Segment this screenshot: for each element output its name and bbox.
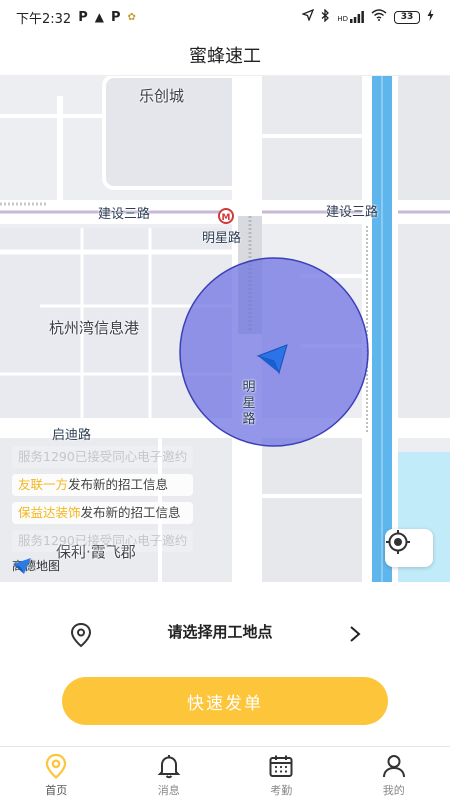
select-location-label: 请选择用工地点	[167, 623, 273, 641]
notice-company: 保益达装饰	[18, 505, 81, 520]
status-bar: 下午2:32 P ▲ P ✿ HD 33	[0, 0, 450, 34]
notice-text: 发布新的招工信息	[80, 505, 181, 520]
map-view[interactable]: M 乐创城 杭州湾信息港 建设三路 建设三路 明星路 明星路 启迪路 保利·霞飞…	[0, 76, 450, 582]
network-type: HD	[337, 15, 348, 23]
battery-indicator: 33	[394, 10, 420, 24]
tab-label: 消息	[157, 784, 180, 797]
crosshair-icon	[386, 530, 410, 554]
parking-icon: P	[78, 9, 88, 25]
notice-text: 服务1290已接受同心电子邀约	[18, 449, 188, 464]
charging-icon	[427, 9, 434, 25]
tab-attendance[interactable]: 考勤	[225, 747, 338, 800]
status-left: 下午2:32 P ▲ P ✿	[16, 8, 136, 27]
parking-icon: P	[110, 9, 121, 25]
locate-button[interactable]	[385, 529, 433, 567]
road-label-jianshe-left: 建设三路	[98, 207, 151, 222]
tab-bar: 首页 消息 考勤 我的	[0, 746, 450, 800]
bell-icon	[157, 755, 181, 779]
screen: 下午2:32 P ▲ P ✿ HD 33 蜜蜂速工 M 乐创城 杭州湾信息港 建…	[0, 0, 450, 800]
svg-text:M: M	[222, 213, 231, 223]
app-notification-icon: ✿	[127, 11, 136, 23]
notice-item: 友联一方发布新的招工信息	[12, 474, 194, 496]
place-label-lechuangcheng: 乐创城	[139, 87, 185, 105]
calendar-icon	[269, 755, 293, 777]
tab-label: 我的	[382, 784, 405, 797]
status-right: HD 33	[301, 7, 434, 26]
road-label-jianshe-right: 建设三路	[326, 205, 379, 220]
notice-company: 友联一方	[18, 477, 69, 492]
notice-item: 服务1290已接受同心电子邀约	[12, 446, 194, 468]
notice-text: 发布新的招工信息	[68, 477, 169, 492]
quick-order-button[interactable]: 快速发单	[62, 677, 388, 725]
road-label-mingxing: 明星路	[202, 231, 242, 246]
select-location-row[interactable]: 请选择用工地点	[0, 600, 450, 666]
page-title: 蜜蜂速工	[189, 45, 261, 67]
notice-item: 保益达装饰发布新的招工信息	[12, 502, 194, 524]
tab-mine[interactable]: 我的	[338, 747, 450, 800]
warning-icon: ▲	[94, 10, 104, 24]
bluetooth-icon	[321, 7, 330, 26]
amap-arrow-icon	[13, 558, 31, 574]
tab-label: 首页	[45, 784, 68, 797]
notice-text: 服务1290已接受同心电子邀约	[18, 533, 188, 548]
notice-list: 服务1290已接受同心电子邀约 友联一方发布新的招工信息 保益达装饰发布新的招工…	[12, 446, 194, 552]
place-label-hangzhouwan: 杭州湾信息港	[49, 319, 140, 337]
location-pin-icon	[46, 753, 67, 779]
user-icon	[382, 755, 405, 778]
wifi-icon	[371, 9, 387, 25]
chevron-right-icon	[350, 626, 361, 642]
status-time: 下午2:32	[16, 11, 72, 27]
road-label-qidi: 启迪路	[52, 428, 92, 443]
tab-label: 考勤	[270, 784, 293, 797]
tab-home[interactable]: 首页	[0, 747, 113, 800]
notice-item: 服务1290已接受同心电子邀约	[12, 530, 194, 552]
tab-messages[interactable]: 消息	[113, 747, 226, 800]
signal-icon: HD	[337, 11, 364, 23]
app-header: 蜜蜂速工	[0, 34, 450, 76]
location-arrow-icon	[301, 8, 315, 25]
road-label-mingxing-vertical: 明星路	[242, 380, 256, 427]
amap-logo: 高德地图	[12, 557, 60, 574]
